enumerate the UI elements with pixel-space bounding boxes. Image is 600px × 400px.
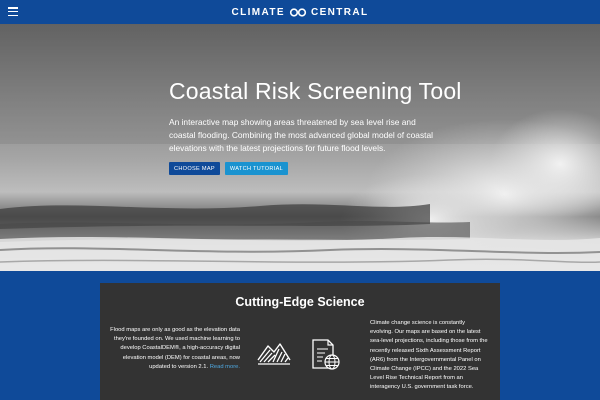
sea-level-science-description: Climate change science is constantly evo… xyxy=(370,320,488,391)
brand-text-left: CLIMATE xyxy=(231,6,285,18)
top-navigation-bar: CLIMATE CENTRAL xyxy=(0,0,600,24)
choose-map-button[interactable]: CHOOSE MAP xyxy=(169,162,220,175)
watch-tutorial-button[interactable]: WATCH TUTORIAL xyxy=(224,162,289,175)
page-title: Coastal Risk Screening Tool xyxy=(169,78,462,104)
brand-text-right: CENTRAL xyxy=(310,6,369,18)
read-more-link[interactable]: Read more. xyxy=(210,364,240,370)
hero-description: An interactive map showing areas threate… xyxy=(169,117,433,153)
coastal-dem-description: Flood maps are only as good as the eleva… xyxy=(110,326,240,372)
climate-central-logo[interactable]: CLIMATE CENTRAL xyxy=(0,0,600,24)
document-globe-icon xyxy=(312,339,340,370)
hero-section: Coastal Risk Screening Tool An interacti… xyxy=(0,24,600,271)
terrain-elevation-icon xyxy=(257,343,291,365)
section-title: Cutting-Edge Science xyxy=(235,295,365,309)
hero-content: Coastal Risk Screening Tool An interacti… xyxy=(169,78,462,175)
cutting-edge-science-card: Cutting-Edge Science Flood maps are only… xyxy=(100,283,500,400)
hero-buttons: CHOOSE MAP WATCH TUTORIAL xyxy=(169,162,449,175)
infinity-logo-icon xyxy=(289,7,307,17)
